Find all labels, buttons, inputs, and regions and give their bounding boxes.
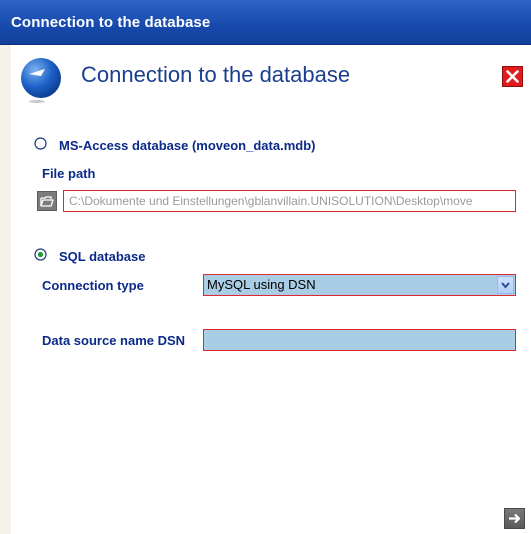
window-titlebar: Connection to the database bbox=[0, 0, 531, 45]
folder-open-icon bbox=[40, 196, 54, 207]
logo-shadow bbox=[29, 100, 45, 103]
file-path-input[interactable]: C:\Dokumente und Einstellungen\gblanvill… bbox=[63, 190, 516, 212]
dialog-heading: Connection to the database bbox=[81, 62, 351, 87]
browse-button[interactable] bbox=[37, 191, 57, 211]
connection-type-value: MySQL using DSN bbox=[207, 277, 316, 292]
file-path-label: File path bbox=[42, 166, 96, 181]
close-button[interactable] bbox=[502, 66, 523, 87]
dsn-input[interactable] bbox=[203, 329, 516, 351]
chevron-down-icon[interactable] bbox=[497, 276, 514, 294]
sql-option-label[interactable]: SQL database bbox=[59, 249, 145, 264]
connection-type-label: Connection type bbox=[42, 278, 144, 293]
sql-radio[interactable] bbox=[34, 248, 47, 261]
dsn-label: Data source name DSN bbox=[42, 333, 186, 348]
db-logo-icon bbox=[21, 58, 61, 98]
close-icon bbox=[506, 70, 519, 83]
arrow-right-icon bbox=[509, 513, 521, 524]
next-button[interactable] bbox=[504, 508, 525, 529]
connection-type-select[interactable]: MySQL using DSN bbox=[203, 274, 516, 296]
access-option-label[interactable]: MS-Access database (moveon_data.mdb) bbox=[59, 138, 315, 153]
window-title: Connection to the database bbox=[11, 14, 211, 31]
access-radio[interactable] bbox=[34, 137, 47, 150]
